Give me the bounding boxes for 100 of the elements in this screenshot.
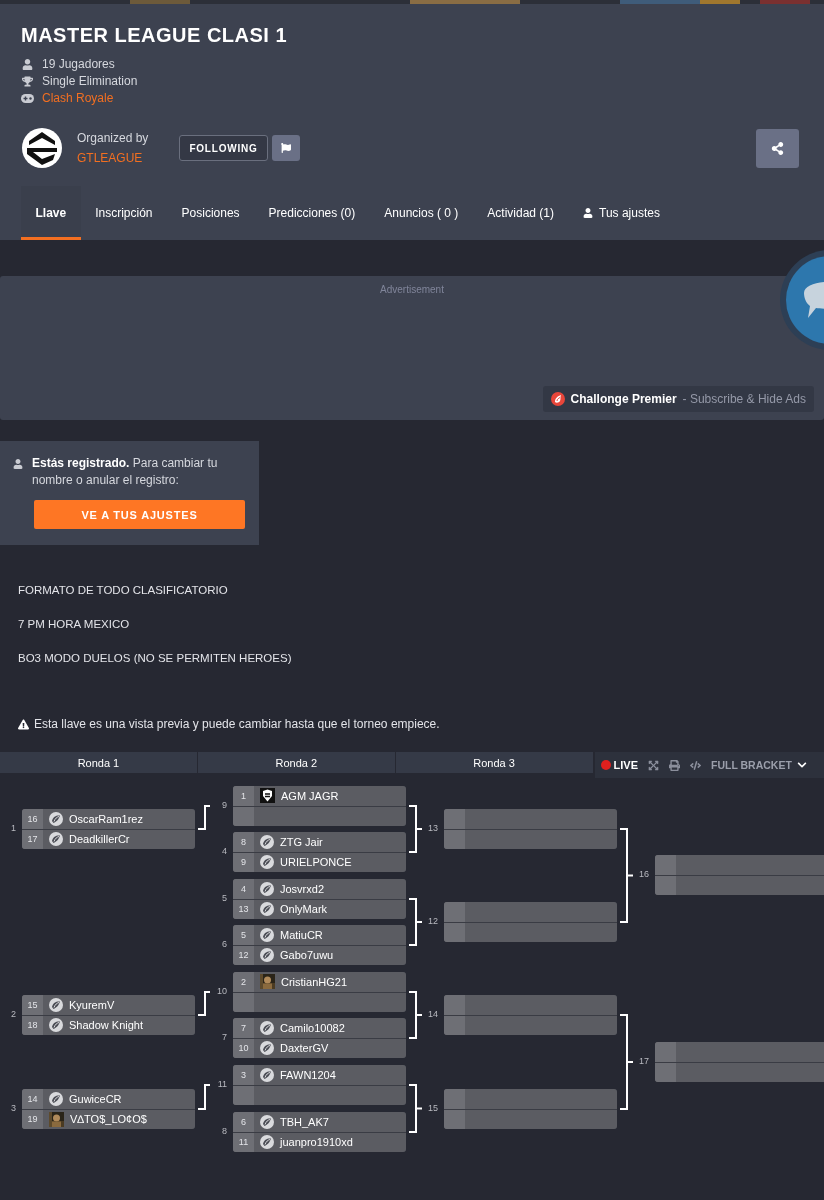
player-row[interactable]: 6 TBH_AK7 xyxy=(233,1112,406,1132)
seed-slot xyxy=(233,1085,254,1105)
embed-code-icon[interactable] xyxy=(690,759,701,771)
description-text: BO3 MODO DUELOS (NO SE PERMITEN HEROES) xyxy=(18,651,293,666)
match-card[interactable] xyxy=(655,1042,824,1082)
seed-slot xyxy=(444,995,465,1015)
organizer-link[interactable]: GTLEAGUE xyxy=(77,151,149,165)
tab[interactable]: Inscripción xyxy=(80,186,168,240)
match-card[interactable]: 7 Camilo10082 10 DaxterGV xyxy=(233,1018,406,1058)
player-name: GuwiceCR xyxy=(43,1089,122,1109)
user-icon xyxy=(13,459,23,469)
seed-number: 12 xyxy=(233,945,254,965)
player-name: TBH_AK7 xyxy=(254,1112,329,1132)
player-row[interactable]: 14 GuwiceCR xyxy=(22,1089,195,1109)
match-card[interactable] xyxy=(444,1089,617,1129)
game-link[interactable]: Clash Royale xyxy=(42,91,114,105)
organizer-logo xyxy=(21,127,63,169)
seed-slot xyxy=(444,829,465,849)
player-row[interactable]: 13 OnlyMark xyxy=(233,899,406,919)
player-row[interactable]: 16 OscarRam1rez xyxy=(22,809,195,829)
player-row[interactable]: 4 Josvrxd2 xyxy=(233,879,406,899)
match-number: 12 xyxy=(427,916,438,926)
match-card[interactable] xyxy=(655,855,824,895)
avatar-icon xyxy=(260,855,274,870)
match-card[interactable] xyxy=(444,809,617,849)
chevron-down-icon xyxy=(796,760,807,770)
tab[interactable]: Tus ajustes xyxy=(568,186,675,240)
match-card[interactable]: 5 MatiuCR 12 Gabo7uwu xyxy=(233,925,406,965)
player-name: URIELPONCE xyxy=(254,852,352,872)
round-header: Ronda 2 xyxy=(197,752,395,773)
player-row[interactable]: 1 AGM JAGR xyxy=(233,786,406,806)
player-row[interactable]: 2 CristianHG21 xyxy=(233,972,406,992)
match-card[interactable]: 14 GuwiceCR 19 V∆TO$_LO¢O$ xyxy=(22,1089,195,1129)
player-name: Josvrxd2 xyxy=(254,879,325,899)
organized-by-label: Organized by xyxy=(77,131,149,145)
match-number: 3 xyxy=(10,1103,16,1113)
share-button[interactable] xyxy=(756,128,799,168)
seed-slot xyxy=(444,1109,465,1129)
player-row[interactable]: 19 V∆TO$_LO¢O$ xyxy=(22,1109,195,1129)
player-row[interactable]: 12 Gabo7uwu xyxy=(233,945,406,965)
tab[interactable]: Llave xyxy=(21,186,81,240)
avatar-icon xyxy=(260,902,274,917)
player-name: Shadow Knight xyxy=(43,1015,143,1035)
description-text: FORMATO DE TODO CLASIFICATORIO xyxy=(18,583,229,598)
full-bracket-dropdown[interactable]: FULL BRACKET xyxy=(711,759,807,771)
player-row[interactable]: 3 FAWN1204 xyxy=(233,1065,406,1085)
tab[interactable]: Predicciones (0) xyxy=(254,186,370,240)
match-number: 13 xyxy=(427,823,438,833)
print-icon[interactable] xyxy=(669,759,680,771)
player-row[interactable]: 17 DeadkillerCr xyxy=(22,829,195,849)
player-row[interactable]: 10 DaxterGV xyxy=(233,1038,406,1058)
player-row[interactable]: 5 MatiuCR xyxy=(233,925,406,945)
seed-slot xyxy=(444,1089,465,1109)
gamepad-icon xyxy=(21,93,34,103)
player-row[interactable]: 18 Shadow Knight xyxy=(22,1015,195,1035)
tab[interactable]: Anuncios ( 0 ) xyxy=(369,186,473,240)
player-name: juanpro1910xd xyxy=(254,1132,353,1152)
shield-logo-icon xyxy=(260,788,275,804)
match-number: 4 xyxy=(221,846,227,856)
seed-number: 11 xyxy=(233,1132,254,1152)
live-toggle[interactable]: LIVE xyxy=(600,759,638,771)
tab[interactable]: Actividad (1) xyxy=(472,186,569,240)
following-button[interactable]: FOLLOWING xyxy=(179,135,268,161)
player-name: CristianHG21 xyxy=(254,972,348,992)
premier-link[interactable]: Challonge Premier - Subscribe & Hide Ads xyxy=(542,386,814,412)
match-card[interactable]: 3 FAWN1204 xyxy=(233,1065,406,1105)
match-card[interactable]: 16 OscarRam1rez 17 DeadkillerCr xyxy=(22,809,195,849)
player-name: MatiuCR xyxy=(254,925,323,945)
avatar-icon xyxy=(260,1020,274,1035)
avatar-icon xyxy=(260,927,274,942)
match-card[interactable]: 8 ZTG Jair 9 URIELPONCE xyxy=(233,832,406,872)
seed-slot xyxy=(444,922,465,942)
match-card[interactable] xyxy=(444,995,617,1035)
avatar-icon xyxy=(260,948,274,963)
match-card[interactable]: 1 AGM JAGR xyxy=(233,786,406,826)
player-name: DaxterGV xyxy=(254,1038,329,1058)
seed-number: 10 xyxy=(233,1038,254,1058)
seed-slot xyxy=(444,902,465,922)
seed-slot xyxy=(444,1015,465,1035)
player-row[interactable]: 15 KyuremV xyxy=(22,995,195,1015)
player-name: OnlyMark xyxy=(254,899,328,919)
player-row[interactable]: 9 URIELPONCE xyxy=(233,852,406,872)
tab[interactable]: Posiciones xyxy=(167,186,255,240)
match-card[interactable]: 15 KyuremV 18 Shadow Knight xyxy=(22,995,195,1035)
match-number: 1 xyxy=(10,823,16,833)
player-name: KyuremV xyxy=(43,995,115,1015)
player-name: AGM JAGR xyxy=(254,786,339,806)
match-card[interactable]: 4 Josvrxd2 13 OnlyMark xyxy=(233,879,406,919)
player-row[interactable]: 8 ZTG Jair xyxy=(233,832,406,852)
match-card[interactable]: 2 CristianHG21 xyxy=(233,972,406,1012)
fullscreen-icon[interactable] xyxy=(648,759,659,771)
player-row[interactable]: 11 juanpro1910xd xyxy=(233,1132,406,1152)
seed-slot xyxy=(655,855,676,875)
bracket-connector xyxy=(197,1084,211,1110)
bracket-connector xyxy=(197,991,211,1016)
match-number: 5 xyxy=(221,893,227,903)
report-button[interactable] xyxy=(271,135,300,161)
player-row[interactable]: 7 Camilo10082 xyxy=(233,1018,406,1038)
match-card[interactable] xyxy=(444,902,617,942)
match-card[interactable]: 6 TBH_AK7 11 juanpro1910xd xyxy=(233,1112,406,1152)
